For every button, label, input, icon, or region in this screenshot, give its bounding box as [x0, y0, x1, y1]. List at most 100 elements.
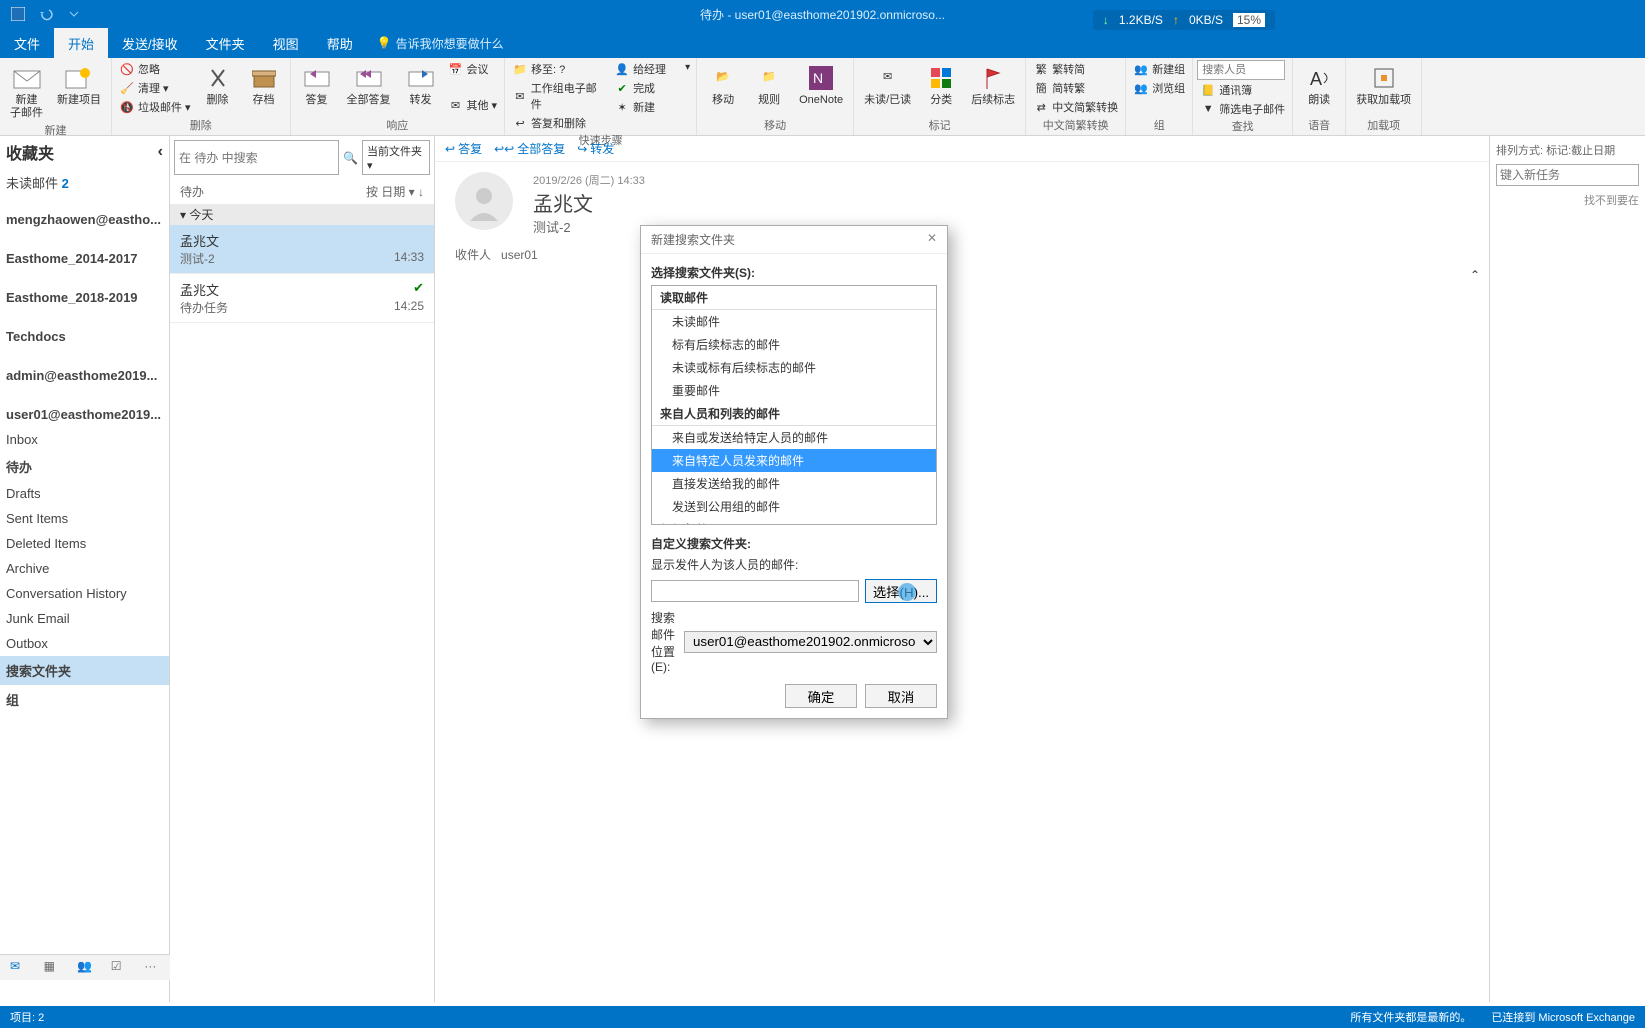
archive-button[interactable]: 存档 [242, 60, 286, 109]
dialog-close-button[interactable]: ✕ [927, 231, 937, 248]
nav-mail-icon[interactable]: ✉ [10, 959, 26, 977]
collapse-header-icon[interactable]: ⌃ [1470, 268, 1480, 282]
msglist-sort[interactable]: 按 日期 ▾ ↓ [366, 183, 424, 200]
address-book-button[interactable]: 📒通讯簿 [1197, 81, 1288, 99]
nav-people-icon[interactable]: 👥 [77, 959, 93, 977]
tab-help[interactable]: 帮助 [313, 28, 367, 58]
message-item-1[interactable]: 孟兆文✔ 待办任务14:25 [170, 274, 434, 323]
nav-tasks-icon[interactable]: ☑ [111, 959, 127, 977]
tell-me-search[interactable]: 💡 告诉我你想要做什么 [377, 28, 504, 58]
collapse-icon[interactable]: ‹ [158, 143, 163, 161]
folder-groups[interactable]: 组 [0, 685, 169, 714]
person-input[interactable] [651, 580, 859, 602]
ignore-button[interactable]: 🚫忽略 [116, 60, 194, 78]
quick-moveto[interactable]: 📁移至: ? [509, 60, 609, 78]
reading-reply-all-button[interactable]: ↩↩ 全部答复 [494, 140, 565, 157]
choose-person-button[interactable]: 选择(H)... [865, 579, 937, 603]
forward-button[interactable]: 转发 [399, 60, 443, 109]
opt-flagged[interactable]: 标有后续标志的邮件 [652, 333, 936, 356]
favorites-header[interactable]: 收藏夹‹ [0, 136, 169, 168]
junk-button[interactable]: 🚯垃圾邮件▾ [116, 98, 194, 116]
new-group-button[interactable]: 👥新建组 [1130, 60, 1188, 78]
folder-todo[interactable]: 待办 [0, 452, 169, 481]
tab-view[interactable]: 视图 [259, 28, 313, 58]
search-location-select[interactable]: user01@easthome201902.onmicroso [684, 631, 937, 653]
quick-done[interactable]: ✔完成 [611, 79, 681, 97]
account-1[interactable]: Easthome_2014-2017 [0, 246, 169, 271]
onenote-button[interactable]: NOneNote [793, 60, 849, 109]
sender-avatar [455, 172, 513, 230]
reading-forward-button[interactable]: ↪ 转发 [577, 140, 614, 157]
new-email-button[interactable]: 新建 子邮件 [4, 60, 49, 122]
chinese-conv[interactable]: ⇄中文简繁转换 [1030, 98, 1121, 116]
reply-delete-icon: ↩ [512, 115, 528, 131]
msglist-group-today[interactable]: ▾ 今天 [170, 204, 434, 225]
account-2[interactable]: Easthome_2018-2019 [0, 285, 169, 310]
search-icon[interactable]: 🔍 [343, 151, 358, 165]
folder-search-folders[interactable]: 搜索文件夹 [0, 656, 169, 685]
delete-button[interactable]: 删除 [196, 60, 240, 109]
reading-reply-button[interactable]: ↩ 答复 [445, 140, 482, 157]
opt-to-from-person[interactable]: 来自或发送给特定人员的邮件 [652, 426, 936, 449]
opt-unread[interactable]: 未读邮件 [652, 310, 936, 333]
message-item-0[interactable]: 孟兆文 测试-214:33 [170, 225, 434, 274]
reply-button[interactable]: 答复 [295, 60, 339, 109]
folder-inbox[interactable]: Inbox [0, 427, 169, 452]
quick-team[interactable]: ✉工作组电子邮件 [509, 79, 609, 113]
new-task-input[interactable] [1496, 164, 1639, 186]
account-5[interactable]: user01@easthome2019... [0, 402, 169, 427]
search-folder-type-list[interactable]: 读取邮件 未读邮件 标有后续标志的邮件 未读或标有后续标志的邮件 重要邮件 来自… [651, 285, 937, 525]
quick-new[interactable]: ✶新建 [611, 98, 681, 116]
opt-to-public-group[interactable]: 发送到公用组的邮件 [652, 495, 936, 518]
followup-button[interactable]: 后续标志 [965, 60, 1021, 109]
read-aloud-button[interactable]: A朗读 [1297, 60, 1341, 109]
folder-conversation[interactable]: Conversation History [0, 581, 169, 606]
opt-important[interactable]: 重要邮件 [652, 379, 936, 402]
filter-email-button[interactable]: ▼筛选电子邮件 [1197, 100, 1288, 118]
clean-button[interactable]: 🧹清理▾ [116, 79, 194, 97]
browse-group-button[interactable]: 👥浏览组 [1130, 79, 1188, 97]
search-people-input[interactable] [1197, 60, 1285, 80]
folder-deleted[interactable]: Deleted Items [0, 531, 169, 556]
quick-gallery-more[interactable]: ▾ [683, 60, 692, 75]
qat-customize-icon[interactable] [62, 2, 86, 26]
rules-button[interactable]: 📁规则 [747, 60, 791, 109]
folder-junk[interactable]: Junk Email [0, 606, 169, 631]
move-button[interactable]: 📂移动 [701, 60, 745, 109]
tab-file[interactable]: 文件 [0, 28, 54, 58]
opt-unread-or-flagged[interactable]: 未读或标有后续标志的邮件 [652, 356, 936, 379]
nav-more-icon[interactable]: ··· [144, 959, 160, 977]
categorize-button[interactable]: 分类 [919, 60, 963, 109]
undo-icon[interactable] [34, 2, 58, 26]
meeting-button[interactable]: 📅会议 [445, 60, 501, 78]
account-0[interactable]: mengzhaowen@eastho... [0, 207, 169, 232]
folder-unread[interactable]: 未读邮件 2 [0, 168, 169, 197]
account-3[interactable]: Techdocs [0, 324, 169, 349]
ok-button[interactable]: 确定 [785, 684, 857, 708]
search-scope-dropdown[interactable]: 当前文件夹 ▾ [362, 140, 430, 175]
folder-drafts[interactable]: Drafts [0, 481, 169, 506]
opt-from-person[interactable]: 来自特定人员发来的邮件 [652, 449, 936, 472]
nav-calendar-icon[interactable]: ▦ [44, 959, 60, 977]
folder-sent[interactable]: Sent Items [0, 506, 169, 531]
simp-to-trad[interactable]: 簡简转繁 [1030, 79, 1121, 97]
trad-to-simp[interactable]: 繁繁转简 [1030, 60, 1121, 78]
tab-home[interactable]: 开始 [54, 28, 108, 58]
account-4[interactable]: admin@easthome2019... [0, 363, 169, 388]
folder-archive[interactable]: Archive [0, 556, 169, 581]
quick-reply-delete[interactable]: ↩答复和删除 [509, 114, 609, 132]
control-menu-icon[interactable] [6, 2, 30, 26]
unread-read-button[interactable]: ✉未读/已读 [858, 60, 917, 109]
new-item-button[interactable]: 新建项目 [51, 60, 107, 109]
tab-send-receive[interactable]: 发送/接收 [108, 28, 192, 58]
folder-outbox[interactable]: Outbox [0, 631, 169, 656]
more-respond-button[interactable]: ✉其他▾ [445, 96, 501, 114]
get-addins-button[interactable]: 获取加载项 [1350, 60, 1417, 109]
tab-folder[interactable]: 文件夹 [192, 28, 259, 58]
task-sort-label[interactable]: 排列方式: 标记:截止日期 [1496, 142, 1639, 158]
cancel-button[interactable]: 取消 [865, 684, 937, 708]
quick-to-manager[interactable]: 👤给经理 [611, 60, 681, 78]
reply-all-button[interactable]: 全部答复 [341, 60, 397, 109]
opt-direct-to-me[interactable]: 直接发送给我的邮件 [652, 472, 936, 495]
message-search-input[interactable] [174, 140, 339, 175]
